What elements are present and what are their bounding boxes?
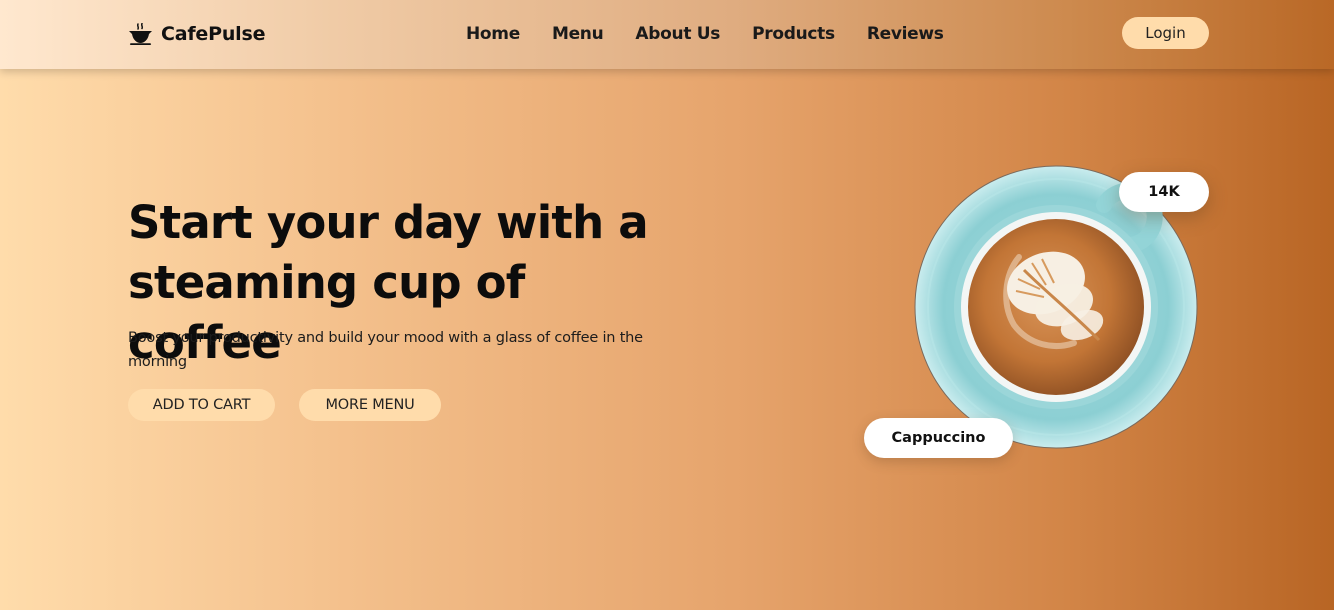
product-name-badge: Cappuccino: [864, 418, 1013, 458]
nav-link-home[interactable]: Home: [466, 22, 520, 46]
coffee-cup-icon: [129, 23, 152, 45]
more-menu-button[interactable]: MORE MENU: [299, 389, 441, 421]
nav-link-about-us[interactable]: About Us: [635, 22, 720, 46]
nav-link-products[interactable]: Products: [752, 22, 835, 46]
brand-logo[interactable]: CafePulse: [128, 20, 265, 48]
login-button[interactable]: Login: [1122, 17, 1209, 49]
nav-link-menu[interactable]: Menu: [552, 22, 604, 46]
nav-link-reviews[interactable]: Reviews: [867, 22, 944, 46]
hero-subtitle: Boost your productivity and build your m…: [128, 330, 643, 370]
add-to-cart-button[interactable]: ADD TO CART: [128, 389, 275, 421]
brand-name: CafePulse: [161, 23, 266, 45]
main-nav: Home Menu About Us Products Reviews: [466, 22, 944, 46]
navbar: CafePulse Home Menu About Us Products Re…: [0, 0, 1334, 69]
likes-count-badge: 14K: [1119, 172, 1209, 212]
